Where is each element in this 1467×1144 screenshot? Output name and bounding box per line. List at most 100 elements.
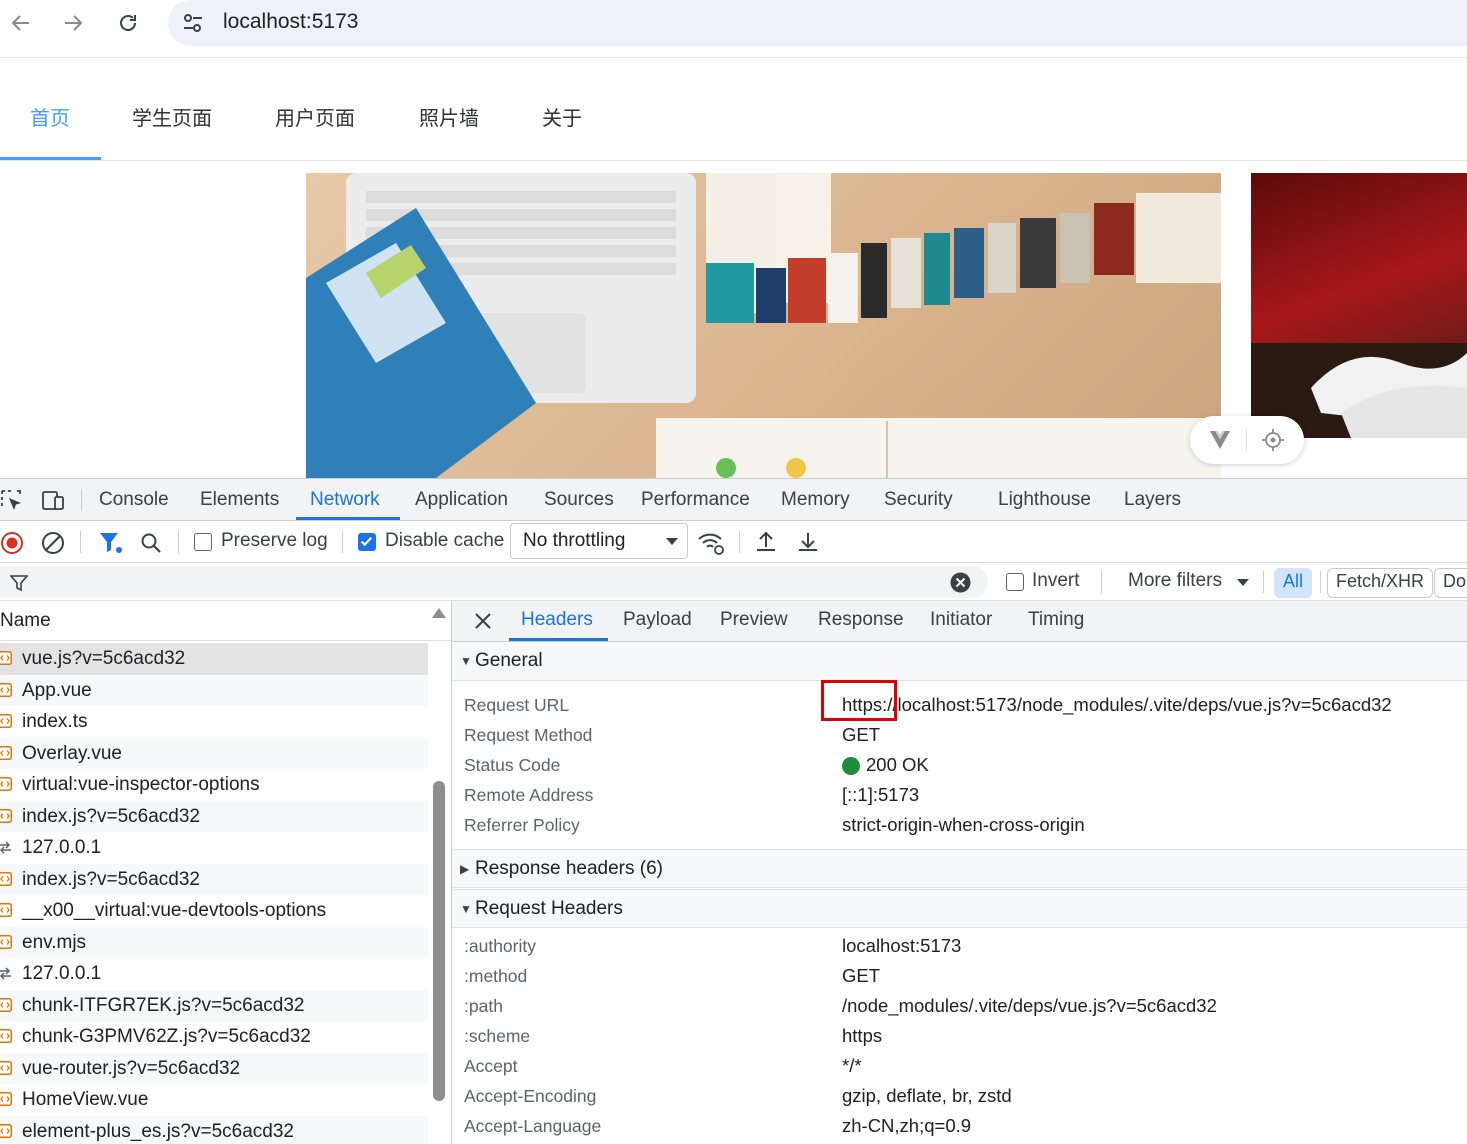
request-name: vue-router.js?v=5c6acd32: [22, 1058, 240, 1080]
search-icon[interactable]: [139, 531, 163, 555]
export-har-icon[interactable]: [796, 530, 820, 554]
request-row[interactable]: App.vue: [0, 675, 428, 707]
request-row[interactable]: vue.js?v=5c6acd32: [0, 643, 428, 675]
filter-separator: [1320, 571, 1321, 593]
request-row[interactable]: chunk-ITFGR7EK.js?v=5c6acd32: [0, 990, 428, 1022]
tab-response[interactable]: Response: [818, 609, 904, 631]
tab-network[interactable]: Network: [310, 489, 380, 511]
tab-timing[interactable]: Timing: [1028, 609, 1084, 631]
scroll-up-arrow-icon[interactable]: [432, 607, 446, 619]
type-filter-doc[interactable]: Do: [1434, 568, 1467, 598]
request-header-value: gzip, deflate, br, zstd: [842, 1085, 1012, 1107]
clear-icon[interactable]: [41, 531, 65, 555]
request-header-key: Accept: [464, 1056, 518, 1077]
active-details-tab-indicator: [509, 638, 608, 641]
tab-preview[interactable]: Preview: [720, 609, 788, 631]
url-text[interactable]: localhost:5173: [223, 10, 358, 34]
request-header-value: */*: [842, 1055, 862, 1077]
tab-memory[interactable]: Memory: [781, 489, 850, 511]
request-row[interactable]: chunk-G3PMV62Z.js?v=5c6acd32: [0, 1021, 428, 1053]
filter-input[interactable]: [0, 566, 988, 598]
tab-elements[interactable]: Elements: [200, 489, 279, 511]
script-file-icon: [0, 1029, 12, 1043]
tab-lighthouse[interactable]: Lighthouse: [998, 489, 1091, 511]
throttling-select[interactable]: No throttling: [510, 523, 688, 559]
menu-item-about[interactable]: 关于: [542, 102, 582, 131]
arrow-right-icon: [62, 12, 84, 34]
request-row[interactable]: index.js?v=5c6acd32: [0, 864, 428, 896]
carousel-next-image[interactable]: [1251, 173, 1467, 438]
preserve-log-checkbox[interactable]: [194, 533, 212, 551]
section-response-headers[interactable]: ▶ Response headers (6): [452, 849, 1467, 888]
tab-performance[interactable]: Performance: [641, 489, 750, 511]
script-file-icon: [0, 1061, 12, 1075]
disable-cache-label[interactable]: Disable cache: [385, 530, 504, 552]
request-list-scrollbar[interactable]: [433, 781, 445, 1101]
request-row[interactable]: Overlay.vue: [0, 738, 428, 770]
more-filters-button[interactable]: More filters: [1128, 570, 1222, 592]
clear-filter-icon[interactable]: [950, 572, 971, 593]
column-header-name[interactable]: Name: [0, 610, 51, 632]
address-bar[interactable]: localhost:5173: [168, 0, 1467, 46]
request-row[interactable]: env.mjs: [0, 927, 428, 959]
tab-console[interactable]: Console: [99, 489, 169, 511]
request-row[interactable]: 127.0.0.1: [0, 832, 428, 864]
tab-sources[interactable]: Sources: [544, 489, 614, 511]
menu-item-students[interactable]: 学生页面: [132, 102, 212, 131]
forward-button[interactable]: [56, 6, 90, 40]
request-row[interactable]: HomeView.vue: [0, 1084, 428, 1116]
request-row[interactable]: __x00__virtual:vue-devtools-options: [0, 895, 428, 927]
inspect-element-icon[interactable]: [0, 489, 24, 513]
close-icon[interactable]: [474, 612, 492, 630]
tab-payload[interactable]: Payload: [623, 609, 692, 631]
toolbar-separator: [178, 531, 179, 553]
reload-button[interactable]: [111, 6, 145, 40]
tab-layers[interactable]: Layers: [1124, 489, 1181, 511]
script-file-icon: [0, 683, 12, 697]
filter-funnel-icon[interactable]: [98, 531, 124, 555]
vue-devtools-floating-button[interactable]: [1190, 416, 1304, 464]
request-row[interactable]: 127.0.0.1: [0, 958, 428, 990]
device-toolbar-icon[interactable]: [40, 489, 66, 513]
import-har-icon[interactable]: [754, 530, 778, 554]
request-name: index.js?v=5c6acd32: [22, 869, 200, 891]
menu-item-home[interactable]: 首页: [30, 102, 70, 131]
record-stop-icon[interactable]: [0, 531, 24, 555]
disable-cache-checkbox[interactable]: [358, 533, 376, 551]
site-settings-icon[interactable]: [182, 12, 204, 34]
carousel-image[interactable]: [306, 173, 1221, 478]
request-name: index.js?v=5c6acd32: [22, 806, 200, 828]
request-name: element-plus_es.js?v=5c6acd32: [22, 1121, 294, 1143]
section-request-headers-title: Request Headers: [475, 898, 623, 920]
tab-security[interactable]: Security: [884, 489, 953, 511]
script-file-icon: [0, 714, 12, 728]
tab-initiator[interactable]: Initiator: [930, 609, 992, 631]
annotation-highlight-box: [821, 680, 897, 721]
tab-application[interactable]: Application: [415, 489, 508, 511]
general-key: Request Method: [464, 725, 592, 746]
app-menu: 首页 学生页面 用户页面 照片墙 关于: [0, 80, 1467, 161]
section-request-headers[interactable]: ▼ Request Headers: [452, 889, 1467, 928]
invert-checkbox[interactable]: [1006, 573, 1024, 591]
tab-headers[interactable]: Headers: [521, 609, 593, 631]
request-row[interactable]: virtual:vue-inspector-options: [0, 769, 428, 801]
type-filter-all[interactable]: All: [1274, 568, 1312, 598]
preserve-log-label[interactable]: Preserve log: [221, 530, 328, 552]
type-filter-fetch-xhr[interactable]: Fetch/XHR: [1327, 568, 1433, 598]
arrow-left-icon: [10, 12, 32, 34]
menu-item-users[interactable]: 用户页面: [275, 102, 355, 131]
back-button[interactable]: [4, 6, 38, 40]
script-file-icon: [0, 651, 12, 665]
section-general[interactable]: ▼ General: [452, 642, 1467, 681]
request-name: 127.0.0.1: [22, 963, 101, 985]
request-row[interactable]: element-plus_es.js?v=5c6acd32: [0, 1116, 428, 1144]
invert-label[interactable]: Invert: [1032, 570, 1080, 592]
script-file-icon: [0, 935, 12, 949]
request-row[interactable]: index.js?v=5c6acd32: [0, 801, 428, 833]
menu-item-photo-wall[interactable]: 照片墙: [419, 102, 479, 131]
general-key: Status Code: [464, 755, 560, 776]
request-row[interactable]: index.ts: [0, 706, 428, 738]
network-conditions-icon[interactable]: [697, 530, 725, 556]
request-row[interactable]: vue-router.js?v=5c6acd32: [0, 1053, 428, 1085]
inspect-target-icon[interactable]: [1262, 429, 1284, 451]
